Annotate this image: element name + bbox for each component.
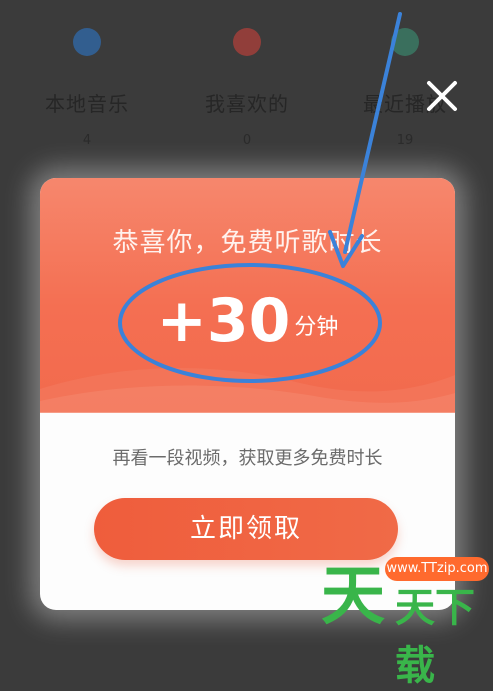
close-button[interactable] — [420, 74, 464, 118]
congrats-text: 恭喜你，免费听歌时长 — [112, 228, 383, 258]
header-wave-decoration — [40, 367, 455, 413]
reward-header: 恭喜你，免费听歌时长 +30 分钟 — [40, 178, 455, 413]
bg-tab-count: 0 — [242, 133, 252, 148]
heart-icon — [233, 28, 261, 56]
watermark-logo: 天 天下载 www.TTzip.com — [315, 545, 493, 689]
watermark-url: www.TTzip.com — [385, 557, 489, 581]
bg-tab-local-music: 本地音乐 4 — [22, 28, 152, 148]
watermark-big-char: 天 — [321, 560, 385, 634]
reward-amount-display: +30 分钟 — [40, 286, 455, 356]
bg-tab-favorites: 我喜欢的 0 — [182, 28, 312, 148]
music-icon — [73, 28, 101, 56]
bg-tab-label: 本地音乐 — [45, 92, 129, 116]
bg-tab-label: 我喜欢的 — [205, 92, 289, 116]
bg-tab-count: 19 — [396, 133, 414, 148]
hint-text: 再看一段视频，获取更多免费时长 — [112, 448, 383, 469]
watermark-rest-chars: 天下载 — [395, 585, 475, 689]
reward-unit: 分钟 — [294, 314, 339, 340]
close-icon — [427, 81, 457, 111]
reward-amount: +30 — [156, 286, 291, 356]
bg-tab-count: 4 — [82, 133, 92, 148]
recent-icon — [391, 28, 419, 56]
